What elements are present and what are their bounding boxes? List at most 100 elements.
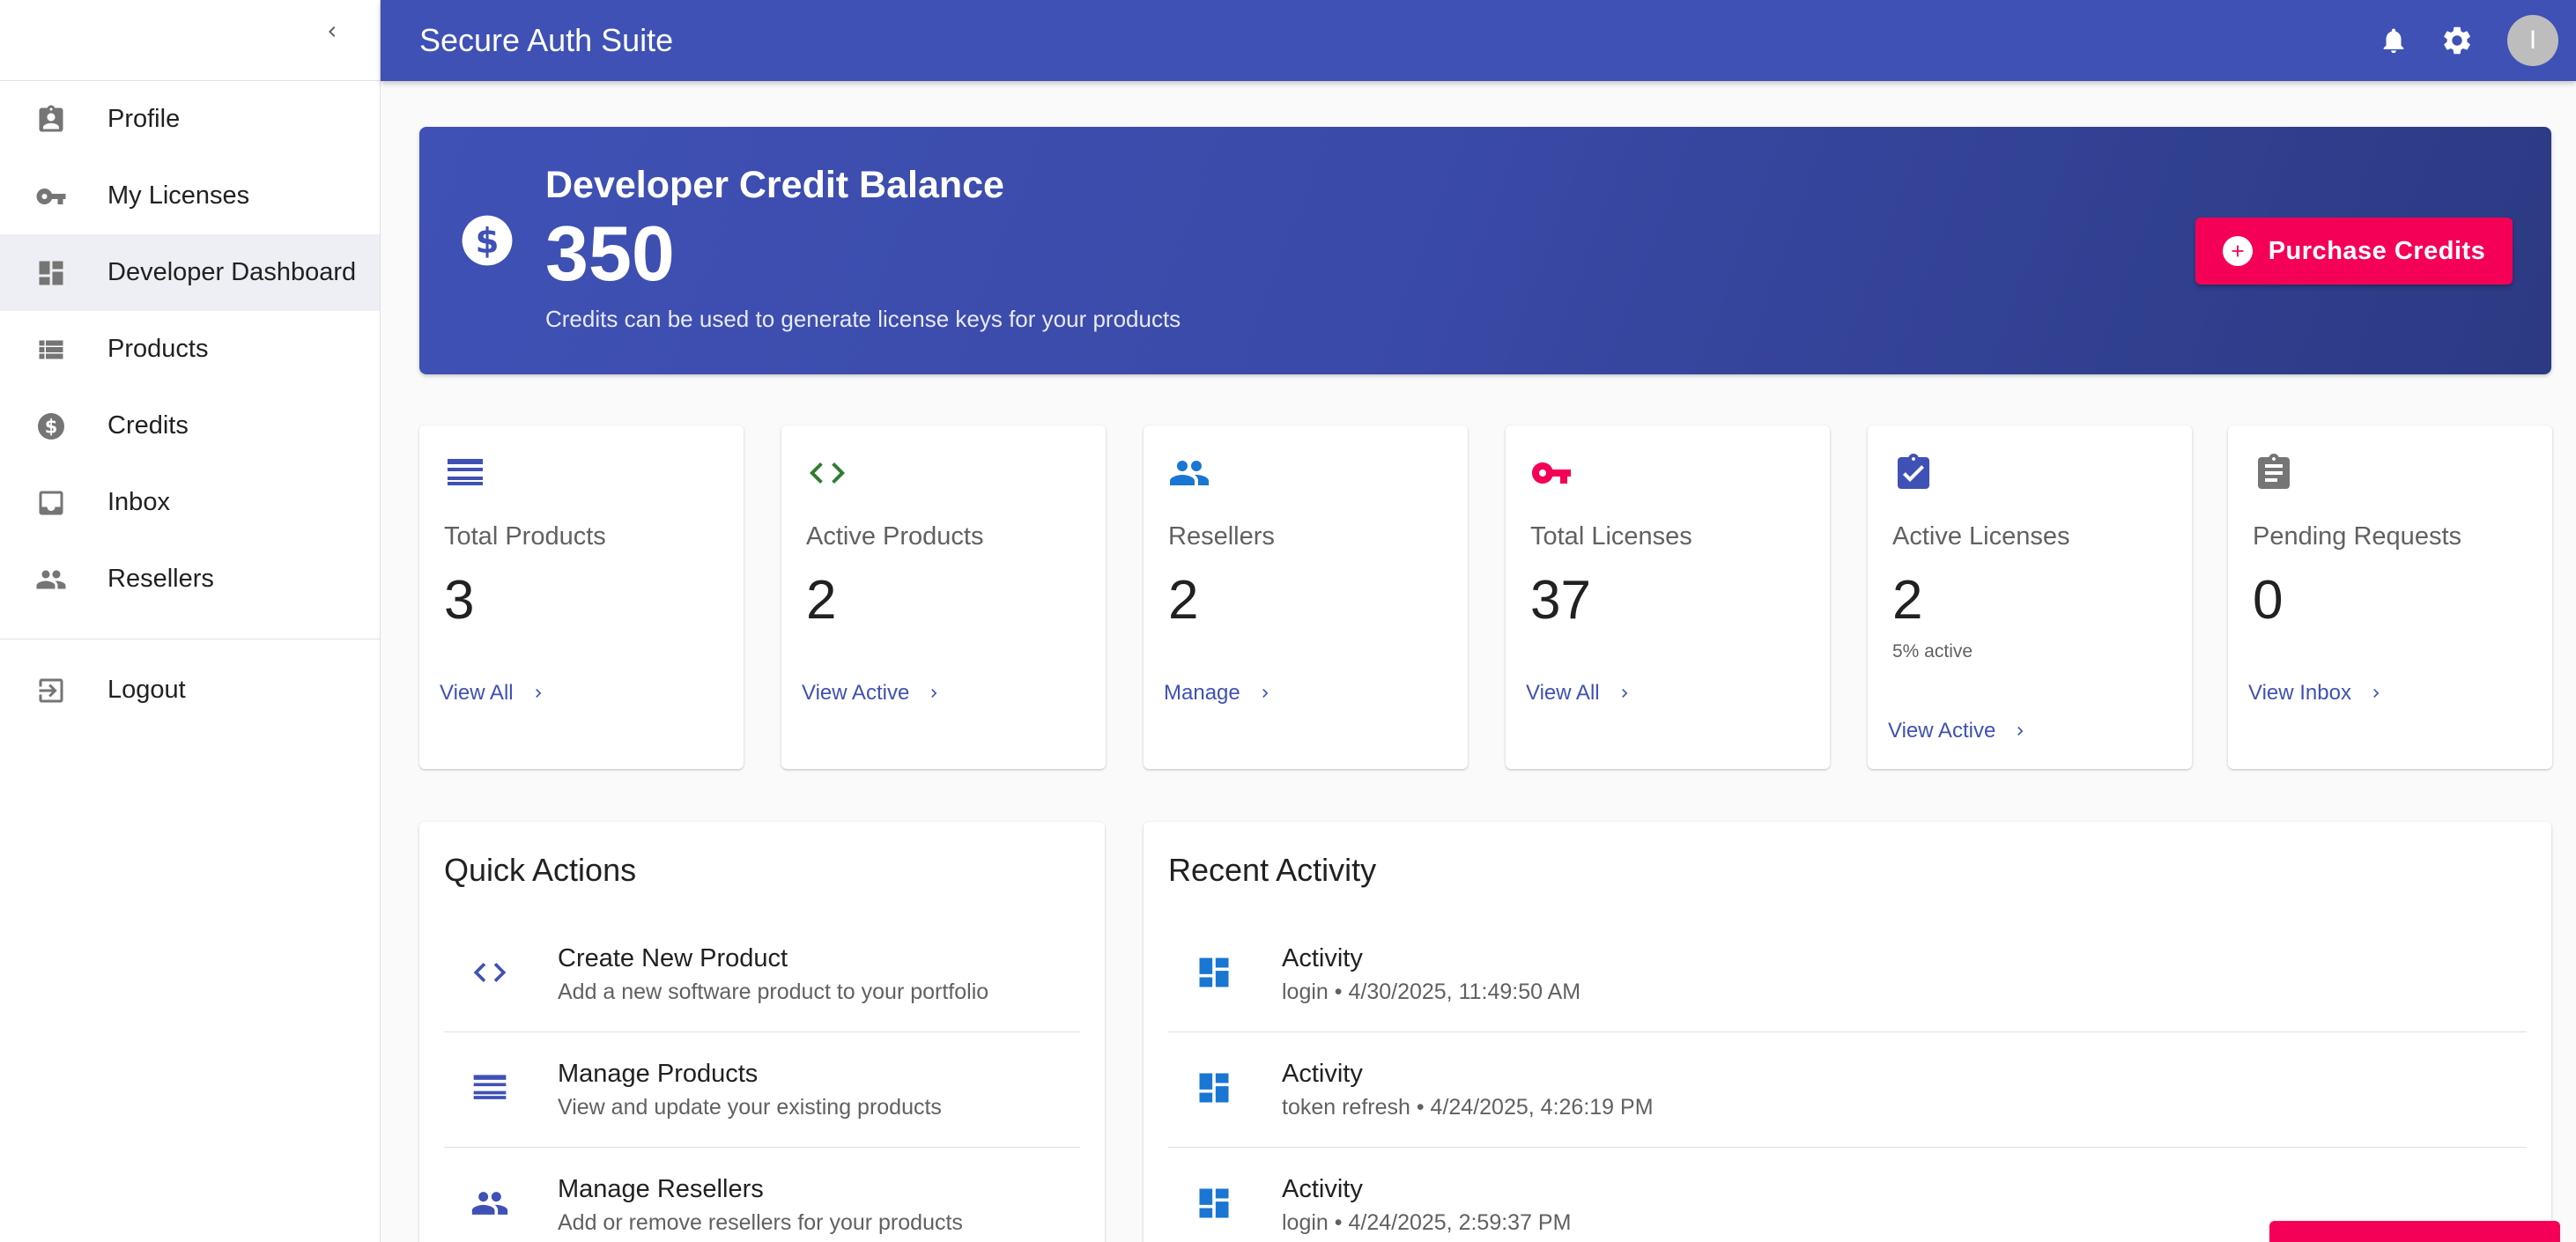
view-active-licenses-link[interactable]: View Active xyxy=(1888,719,2029,743)
quick-action-manage-products[interactable]: Manage Products View and update your exi… xyxy=(444,1033,1080,1148)
activity-detail: login • 4/24/2025, 2:59:37 PM xyxy=(1282,1210,1572,1235)
avatar[interactable]: I xyxy=(2507,15,2558,66)
stat-card-active-products: Active Products 2 View Active xyxy=(781,425,1106,769)
view-active-products-link[interactable]: View Active xyxy=(802,681,943,706)
chevron-right-icon xyxy=(2017,727,2024,736)
stat-value: 37 xyxy=(1530,570,1591,631)
panel-title: Recent Activity xyxy=(1168,852,1377,888)
quick-action-manage-resellers[interactable]: Manage Resellers Add or remove resellers… xyxy=(444,1149,1080,1242)
stat-value: 0 xyxy=(2253,570,2284,631)
code-icon xyxy=(806,452,848,494)
activity-item: Activity token refresh • 4/24/2025, 4:26… xyxy=(1168,1033,2527,1148)
stat-value: 3 xyxy=(444,570,475,631)
sidebar-nav: Profile My Licenses Developer Dashboard … xyxy=(0,81,380,728)
recent-activity-panel: Recent Activity Activity login • 4/30/20… xyxy=(1144,822,2551,1242)
stat-value: 2 xyxy=(1168,570,1199,631)
bell-icon[interactable] xyxy=(2372,18,2416,63)
view-all-licenses-link[interactable]: View All xyxy=(1526,681,1633,706)
clipboard-icon xyxy=(2253,452,2295,494)
svg-text:$: $ xyxy=(45,416,58,437)
activity-title: Activity xyxy=(1282,944,1363,972)
item-description: Add a new software product to your portf… xyxy=(558,980,989,1004)
sidebar-item-label: Resellers xyxy=(107,565,214,593)
sidebar-item-label: My Licenses xyxy=(107,181,250,210)
stat-label: Active Licenses xyxy=(1892,522,2070,551)
activity-detail: login • 4/30/2025, 11:49:50 AM xyxy=(1282,980,1581,1004)
stat-label: Resellers xyxy=(1168,522,1275,551)
sidebar-header xyxy=(0,0,380,81)
chevron-right-icon xyxy=(2373,689,2380,698)
badge-icon xyxy=(33,102,69,137)
stat-card-pending-requests: Pending Requests 0 View Inbox xyxy=(2228,425,2552,769)
list-icon xyxy=(470,1068,509,1107)
floating-action-button[interactable] xyxy=(2269,1221,2560,1242)
dollar-icon: $ xyxy=(460,213,514,268)
item-title: Manage Resellers xyxy=(558,1175,764,1203)
stat-label: Pending Requests xyxy=(2253,522,2461,551)
sidebar-item-developer-dashboard[interactable]: Developer Dashboard xyxy=(0,234,380,311)
chevron-left-icon[interactable] xyxy=(316,16,348,48)
sidebar: Profile My Licenses Developer Dashboard … xyxy=(0,0,381,1242)
sidebar-item-label: Logout xyxy=(107,676,186,704)
key-icon xyxy=(1530,452,1573,494)
sidebar-item-products[interactable]: Products xyxy=(0,311,380,388)
active-percent-note: 5% active xyxy=(1892,641,1973,662)
purchase-credits-button[interactable]: Purchase Credits xyxy=(2195,218,2513,285)
manage-resellers-link[interactable]: Manage xyxy=(1164,681,1274,706)
link-label: View All xyxy=(1526,681,1600,705)
stat-card-active-licenses: Active Licenses 2 5% active View Active xyxy=(1868,425,2192,769)
sidebar-item-resellers[interactable]: Resellers xyxy=(0,541,380,617)
dashboard-icon xyxy=(1195,953,1233,992)
dashboard-icon xyxy=(1195,1184,1233,1223)
sidebar-item-label: Developer Dashboard xyxy=(107,258,357,286)
activity-detail: token refresh • 4/24/2025, 4:26:19 PM xyxy=(1282,1095,1654,1120)
sidebar-item-label: Inbox xyxy=(107,488,170,516)
code-icon xyxy=(470,953,509,992)
sidebar-item-label: Products xyxy=(107,335,209,363)
gear-icon[interactable] xyxy=(2435,18,2479,63)
people-icon xyxy=(470,1184,509,1223)
activity-item: Activity login • 4/30/2025, 11:49:50 AM xyxy=(1168,918,2527,1032)
panel-title: Quick Actions xyxy=(444,852,637,888)
svg-text:$: $ xyxy=(476,222,500,262)
activity-title: Activity xyxy=(1282,1175,1363,1203)
chevron-right-icon xyxy=(1621,689,1627,698)
item-title: Manage Products xyxy=(558,1060,759,1088)
chevron-right-icon xyxy=(1262,689,1269,698)
stat-card-resellers: Resellers 2 Manage xyxy=(1144,425,1468,769)
item-description: View and update your existing products xyxy=(558,1095,942,1120)
stat-card-total-licenses: Total Licenses 37 View All xyxy=(1506,425,1830,769)
people-icon xyxy=(1168,452,1210,494)
dollar-icon: $ xyxy=(33,409,69,444)
link-label: View Active xyxy=(1888,719,1996,743)
stat-value: 2 xyxy=(1892,570,1923,631)
activity-title: Activity xyxy=(1282,1060,1363,1088)
sidebar-item-profile[interactable]: Profile xyxy=(0,81,380,158)
sidebar-item-inbox[interactable]: Inbox xyxy=(0,464,380,541)
stat-label: Total Licenses xyxy=(1530,522,1692,551)
dashboard-icon xyxy=(1195,1068,1233,1107)
sidebar-item-label: Credits xyxy=(107,411,189,440)
quick-action-create-product[interactable]: Create New Product Add a new software pr… xyxy=(444,918,1080,1032)
link-label: View All xyxy=(440,681,514,705)
list-icon xyxy=(444,452,486,494)
key-icon xyxy=(33,179,69,214)
stat-label: Active Products xyxy=(806,522,984,551)
people-icon xyxy=(33,562,69,597)
sidebar-item-my-licenses[interactable]: My Licenses xyxy=(0,158,380,234)
sidebar-item-credits[interactable]: $ Credits xyxy=(0,388,380,464)
quick-actions-panel: Quick Actions Create New Product Add a n… xyxy=(419,822,1105,1242)
link-label: Manage xyxy=(1164,681,1240,705)
appbar-actions: I xyxy=(2372,0,2558,81)
view-inbox-link[interactable]: View Inbox xyxy=(2248,681,2385,706)
banner-title: Developer Credit Balance xyxy=(545,164,1004,206)
dashboard-icon xyxy=(33,255,69,291)
chevron-right-icon xyxy=(535,689,541,698)
link-label: View Active xyxy=(802,681,910,705)
sidebar-item-label: Profile xyxy=(107,105,181,133)
list-icon xyxy=(33,332,69,367)
check-box-icon xyxy=(1892,452,1935,494)
sidebar-item-logout[interactable]: Logout xyxy=(0,652,380,728)
view-all-products-link[interactable]: View All xyxy=(440,681,547,706)
stat-card-total-products: Total Products 3 View All xyxy=(419,425,744,769)
